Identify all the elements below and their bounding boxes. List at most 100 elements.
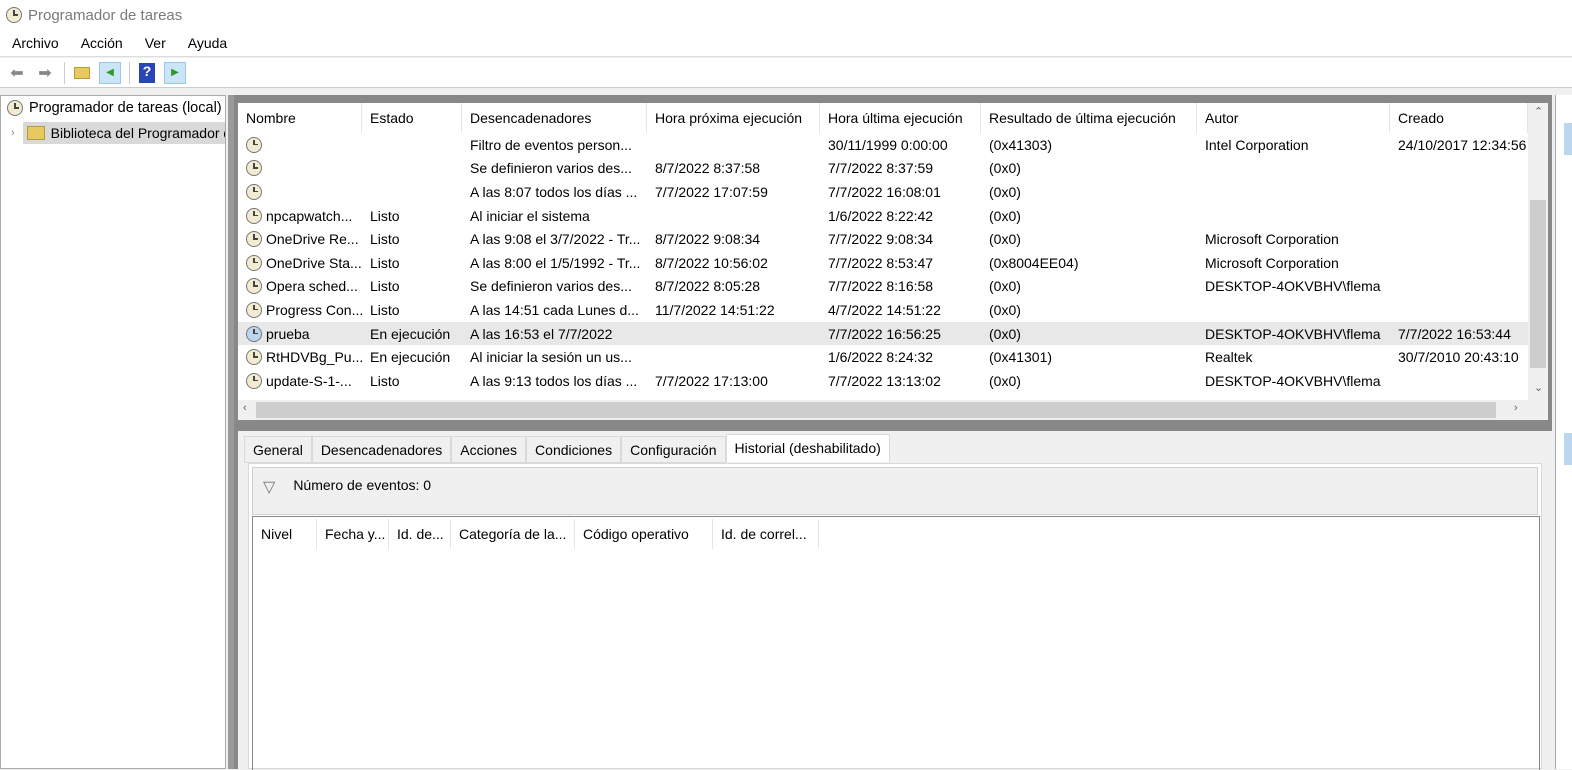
table-row[interactable]: Progress Con... Listo A las 14:51 cada Lun…	[238, 298, 1528, 322]
table-cell: Intel Corporation	[1197, 137, 1390, 153]
event-col-header[interactable]: Id. de correl...	[713, 519, 819, 549]
scroll-right-icon[interactable]: ›	[1514, 402, 1518, 414]
clock-icon	[246, 254, 262, 271]
tab-1[interactable]: Desencadenadores	[311, 436, 452, 463]
scroll-thumb[interactable]	[256, 402, 1496, 418]
tab-4[interactable]: Configuración	[621, 436, 726, 463]
vertical-scrollbar[interactable]: ⌃ ⌄	[1528, 103, 1548, 400]
cell-text: 7/7/2022 16:53:44	[1398, 325, 1511, 342]
cell-text: update-S-1-...	[266, 372, 352, 389]
table-cell: 7/7/2022 13:13:02	[820, 373, 981, 389]
table-row[interactable]: prueba En ejecución A las 16:53 el 7/7/202…	[238, 321, 1528, 346]
col-header[interactable]: Hora próxima ejecución	[647, 103, 820, 133]
menu-ayuda[interactable]: Ayuda	[188, 35, 227, 51]
scroll-up-icon[interactable]: ⌃	[1534, 105, 1543, 118]
scroll-thumb[interactable]	[1530, 200, 1546, 368]
cell-text: (0x41303)	[989, 136, 1053, 153]
col-header[interactable]: Nombre	[238, 103, 362, 133]
cell-text: 30/11/1999 0:00:00	[828, 136, 948, 153]
table-row[interactable]: A las 8:07 todos los días ... 7/7/2022 17…	[238, 180, 1528, 204]
expand-chevron-icon[interactable]: ›	[11, 127, 15, 139]
cell-text: 8/7/2022 9:08:34	[655, 231, 761, 248]
table-cell: A las 8:00 el 1/5/1992 - Tr...	[462, 255, 647, 271]
event-col-header[interactable]: Id. de...	[389, 519, 451, 549]
scroll-down-icon[interactable]: ⌄	[1534, 381, 1543, 394]
table-cell: Al iniciar la sesión un us...	[462, 349, 647, 365]
menu-accion[interactable]: Acción	[81, 35, 123, 51]
tab-5[interactable]: Historial (deshabilitado)	[725, 434, 890, 462]
clock-icon	[246, 207, 262, 224]
menu-archivo[interactable]: Archivo	[12, 35, 59, 51]
table-cell: Progress Con...	[238, 301, 362, 318]
cell-text: OneDrive Re...	[266, 231, 359, 248]
table-row[interactable]: npcapwatch... Listo Al iniciar el sistema 1…	[238, 204, 1528, 228]
table-cell: Listo	[362, 278, 462, 294]
col-header[interactable]: Hora última ejecución	[820, 103, 981, 133]
help-icon[interactable]: ?	[136, 62, 158, 84]
show-hide-action-pane-icon[interactable]: ▶	[164, 61, 186, 84]
clock-icon	[246, 231, 262, 248]
tab-3[interactable]: Condiciones	[526, 436, 622, 463]
app-clock-icon	[6, 7, 22, 23]
table-row[interactable]: Opera sched... Listo Se definieron varios …	[238, 275, 1528, 299]
forward-arrow-icon[interactable]: ➡	[34, 62, 56, 84]
table-cell: 7/7/2022 9:08:34	[820, 231, 981, 247]
cell-text: A las 8:00 el 1/5/1992 - Tr...	[470, 254, 641, 271]
table-row[interactable]: OneDrive Sta... Listo A las 8:00 el 1/5/19…	[238, 251, 1528, 275]
cell-text: Realtek	[1205, 349, 1253, 366]
col-header[interactable]: Autor	[1197, 103, 1390, 133]
event-col-header[interactable]: Nivel	[253, 519, 317, 549]
table-cell	[238, 183, 362, 200]
cell-text: Listo	[370, 301, 400, 318]
table-cell: Se definieron varios des...	[462, 160, 647, 176]
cell-text: 7/7/2022 16:56:25	[828, 325, 941, 342]
event-col-header[interactable]: Código operativo	[575, 519, 713, 549]
tab-2[interactable]: Acciones	[451, 436, 527, 463]
scroll-left-icon[interactable]: ‹	[243, 402, 247, 414]
table-cell: 7/7/2022 8:16:58	[820, 278, 981, 294]
table-cell: A las 8:07 todos los días ...	[462, 184, 647, 200]
tab-0[interactable]: General	[244, 436, 312, 463]
table-cell: 8/7/2022 8:37:58	[647, 160, 820, 176]
tree-child-label: Biblioteca del Programador de tareas	[50, 125, 225, 141]
event-col-header[interactable]: Fecha y...	[317, 519, 389, 549]
table-row[interactable]: RtHDVBg_Pu... En ejecución Al iniciar la s…	[238, 345, 1528, 369]
filter-funnel-icon[interactable]: ▽	[263, 477, 275, 497]
table-cell: En ejecución	[362, 349, 462, 365]
table-cell: (0x0)	[981, 231, 1197, 247]
table-cell: 8/7/2022 9:08:34	[647, 231, 820, 247]
menu-ver[interactable]: Ver	[145, 35, 166, 51]
tree-item-library[interactable]: › Biblioteca del Programador de tareas	[11, 122, 225, 144]
table-cell: 7/7/2022 8:37:59	[820, 160, 981, 176]
actions-header	[1564, 123, 1572, 155]
table-row[interactable]: update-S-1-... Listo A las 9:13 todos los …	[238, 369, 1528, 393]
show-hide-console-tree-icon[interactable]: ◀	[99, 61, 121, 84]
col-header[interactable]: Resultado de última ejecución	[981, 103, 1197, 133]
cell-text: Se definieron varios des...	[470, 160, 632, 177]
console-tree: Programador de tareas (local) › Bibliote…	[0, 95, 226, 769]
table-row[interactable]: Filtro de eventos person... 30/11/1999 0:…	[238, 133, 1528, 157]
table-row[interactable]: Se definieron varios des... 8/7/2022 8:37…	[238, 157, 1528, 181]
back-arrow-icon[interactable]: ⬅	[6, 62, 28, 84]
cell-text: npcapwatch...	[266, 207, 353, 224]
table-row[interactable]: OneDrive Re... Listo A las 9:08 el 3/7/202…	[238, 227, 1528, 251]
clock-icon	[246, 278, 262, 295]
cell-text: DESKTOP-4OKVBHV\flema	[1205, 372, 1381, 389]
clock-running-icon	[246, 325, 262, 342]
up-folder-icon[interactable]	[71, 62, 93, 84]
cell-text: 1/6/2022 8:24:32	[828, 349, 934, 366]
events-table: Nivel Fecha y... Id. de... Categoría de la.…	[252, 516, 1540, 770]
table-cell: (0x0)	[981, 208, 1197, 224]
horizontal-scrollbar[interactable]: ‹ ›	[238, 400, 1548, 420]
col-header[interactable]: Desencadenadores	[462, 103, 647, 133]
table-cell: 7/7/2022 16:53:44	[1390, 326, 1528, 342]
cell-text: Opera sched...	[266, 278, 358, 295]
table-cell: 30/7/2010 20:43:10	[1390, 349, 1528, 365]
col-header[interactable]: Creado	[1390, 103, 1528, 133]
table-cell: Listo	[362, 302, 462, 318]
cell-text: (0x0)	[989, 183, 1021, 200]
col-header[interactable]: Estado	[362, 103, 462, 133]
cell-text: 11/7/2022 14:51:22	[655, 301, 775, 318]
event-col-header[interactable]: Categoría de la...	[451, 519, 575, 549]
tree-item-root[interactable]: Programador de tareas (local)	[7, 100, 222, 116]
